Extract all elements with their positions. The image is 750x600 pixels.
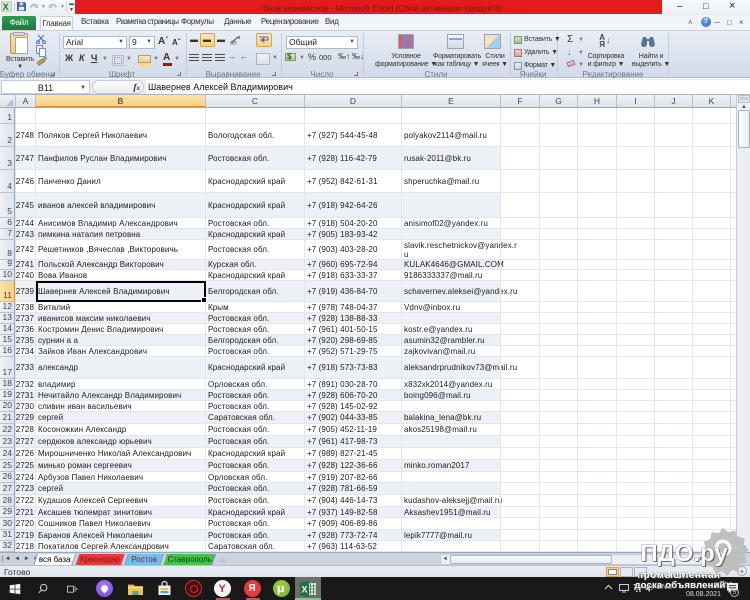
- svg-text:X: X: [302, 585, 308, 595]
- svg-text:X: X: [3, 2, 9, 12]
- svg-text:ab: ab: [230, 41, 237, 46]
- svg-text:доска объявлений: доска объявлений: [634, 580, 725, 591]
- svg-text:ПДО.ру: ПДО.ру: [640, 540, 728, 567]
